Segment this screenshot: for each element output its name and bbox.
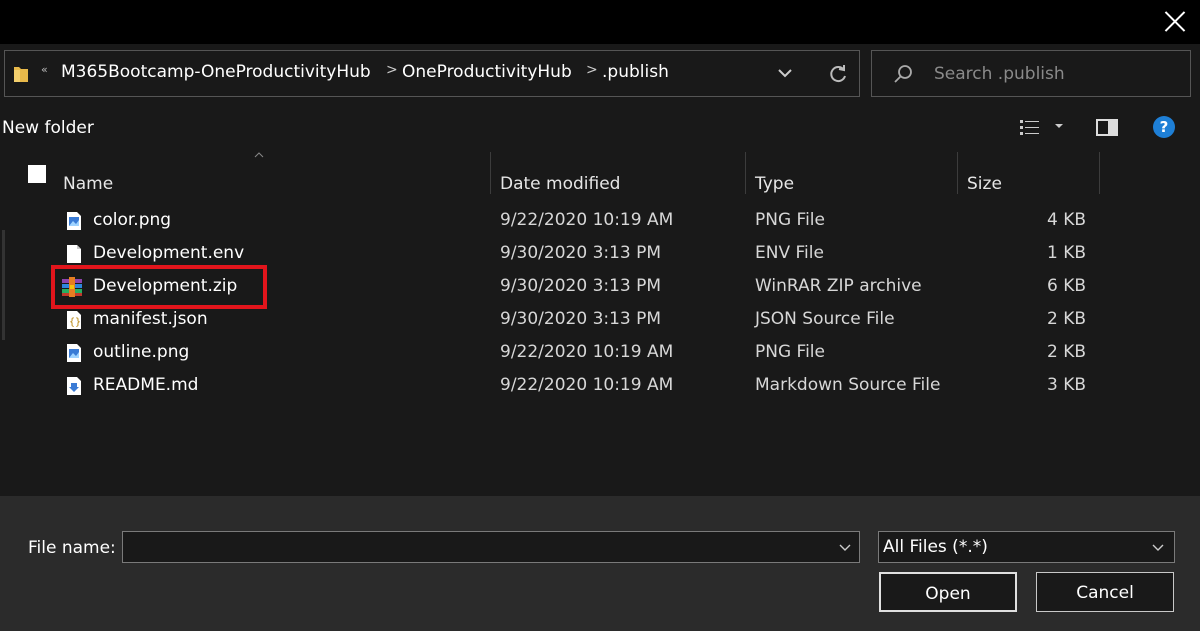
file-date: 9/22/2020 10:19 AM (500, 210, 674, 230)
refresh-icon[interactable] (827, 63, 849, 85)
scrollbar[interactable] (2, 230, 5, 340)
file-name: Development.env (93, 243, 245, 263)
file-date: 9/22/2020 10:19 AM (500, 342, 674, 362)
cancel-button[interactable]: Cancel (1036, 572, 1174, 612)
open-button[interactable]: Open (879, 572, 1017, 612)
file-type: PNG File (755, 342, 825, 362)
column-header-size[interactable]: Size (967, 174, 1002, 194)
close-icon[interactable] (1164, 10, 1186, 32)
title-bar (0, 0, 1200, 44)
select-all-checkbox[interactable] (28, 165, 46, 183)
file-date: 9/22/2020 10:19 AM (500, 375, 674, 395)
file-size: 1 KB (1046, 243, 1086, 263)
image-file-icon (67, 344, 81, 362)
chevron-down-icon (1152, 544, 1164, 551)
breadcrumb-separator[interactable]: > (586, 62, 598, 78)
sort-ascending-icon (254, 152, 264, 158)
file-name-input[interactable] (122, 531, 860, 563)
file-name-label: File name: (28, 538, 116, 558)
file-list: Name Date modified Type Size color.png 9… (0, 152, 1200, 496)
blank-file-icon (67, 245, 81, 263)
column-divider[interactable] (490, 152, 491, 194)
column-header-date[interactable]: Date modified (500, 174, 620, 194)
file-type: ENV File (755, 243, 824, 263)
file-size: 3 KB (1046, 375, 1086, 395)
svg-text:{}: {} (69, 317, 81, 328)
file-size: 2 KB (1046, 342, 1086, 362)
file-name: color.png (93, 210, 172, 230)
markdown-file-icon (67, 377, 81, 395)
view-dropdown-icon[interactable] (1055, 124, 1063, 128)
address-bar[interactable]: « M365Bootcamp-OneProductivityHub > OneP… (4, 50, 860, 97)
file-name: manifest.json (93, 309, 208, 329)
file-type-value: All Files (*.*) (883, 537, 988, 557)
chevron-down-icon[interactable] (775, 63, 795, 83)
view-options-icon[interactable] (1019, 118, 1041, 138)
file-size: 6 KB (1046, 276, 1086, 296)
file-type: Markdown Source File (755, 375, 941, 395)
search-input[interactable]: Search .publish (934, 64, 1065, 84)
highlight-box (51, 265, 267, 309)
file-date: 9/30/2020 3:13 PM (500, 243, 662, 263)
file-row[interactable]: README.md 9/22/2020 10:19 AM Markdown So… (0, 369, 1200, 402)
breadcrumb-item[interactable]: M365Bootcamp-OneProductivityHub (61, 62, 371, 82)
file-name: README.md (93, 375, 199, 395)
file-type-select[interactable]: All Files (*.*) (878, 531, 1175, 563)
file-row[interactable]: outline.png 9/22/2020 10:19 AM PNG File … (0, 336, 1200, 369)
file-type: WinRAR ZIP archive (755, 276, 922, 296)
image-file-icon (67, 212, 81, 230)
preview-pane-icon[interactable] (1096, 119, 1118, 136)
json-file-icon: {} (67, 311, 81, 329)
column-divider[interactable] (1099, 152, 1100, 194)
search-box[interactable]: Search .publish (871, 50, 1191, 97)
folder-icon (14, 67, 28, 82)
file-row[interactable]: color.png 9/22/2020 10:19 AM PNG File 4 … (0, 204, 1200, 237)
breadcrumb-separator[interactable]: > (386, 62, 398, 78)
column-divider[interactable] (745, 152, 746, 194)
file-name: outline.png (93, 342, 190, 362)
file-date: 9/30/2020 3:13 PM (500, 309, 662, 329)
new-folder-button[interactable]: New folder (2, 118, 94, 138)
breadcrumb-overflow-icon[interactable]: « (41, 63, 48, 76)
file-type: PNG File (755, 210, 825, 230)
column-header-name[interactable]: Name (63, 174, 113, 194)
help-icon[interactable]: ? (1153, 116, 1175, 138)
dialog-footer: File name: All Files (*.*) Open Cancel (0, 496, 1200, 631)
chevron-down-icon[interactable] (839, 541, 851, 553)
breadcrumb-item[interactable]: OneProductivityHub (402, 62, 572, 82)
column-header-type[interactable]: Type (755, 174, 794, 194)
column-divider[interactable] (957, 152, 958, 194)
file-type: JSON Source File (755, 309, 895, 329)
file-date: 9/30/2020 3:13 PM (500, 276, 662, 296)
file-size: 4 KB (1046, 210, 1086, 230)
breadcrumb-item[interactable]: .publish (602, 62, 669, 82)
file-size: 2 KB (1046, 309, 1086, 329)
search-icon (894, 65, 912, 83)
